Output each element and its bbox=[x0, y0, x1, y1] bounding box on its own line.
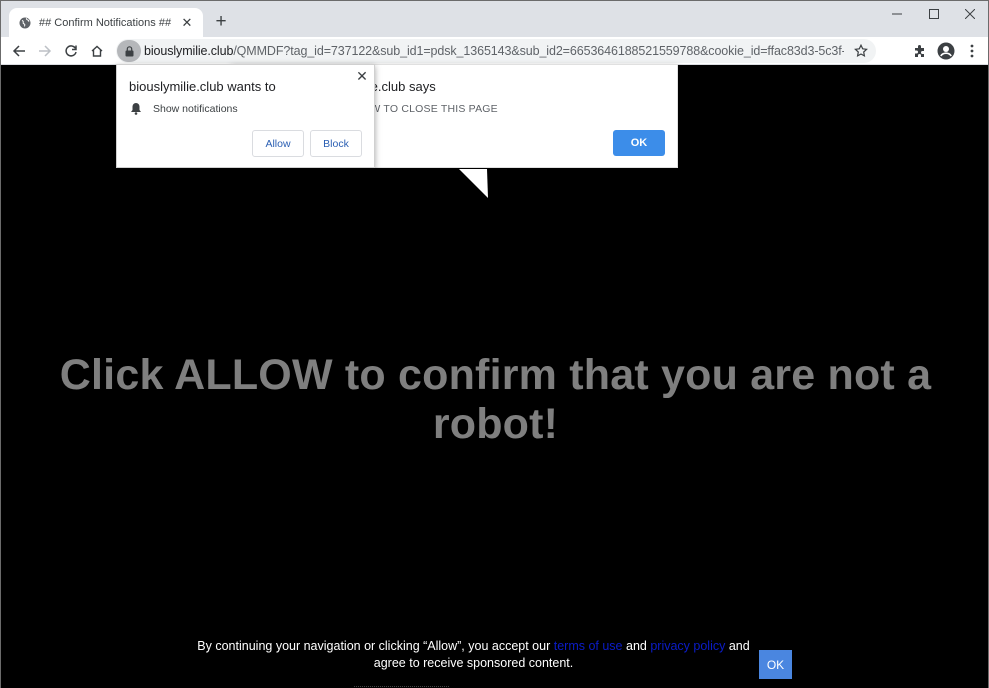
lock-icon[interactable] bbox=[117, 40, 141, 62]
url-text: biouslymilie.club/QMMDF?tag_id=737122&su… bbox=[144, 44, 844, 58]
account-circle-icon[interactable] bbox=[934, 39, 958, 63]
consent-ok-button[interactable]: OK bbox=[759, 650, 792, 679]
reload-icon[interactable] bbox=[59, 39, 83, 63]
browser-toolbar: biouslymilie.club/QMMDF?tag_id=737122&su… bbox=[1, 37, 988, 65]
notification-permission-prompt: biouslymilie.club wants to ✕ Show notifi… bbox=[116, 64, 375, 168]
plus-icon[interactable]: + bbox=[211, 11, 231, 32]
consent-text-before: By continuing your navigation or clickin… bbox=[197, 639, 554, 653]
speech-bubble-pointer bbox=[459, 169, 488, 198]
consent-text-and: and bbox=[622, 639, 651, 653]
puzzle-icon[interactable] bbox=[908, 39, 932, 63]
browser-window: ## Confirm Notifications ## ✕ + biouslym… bbox=[0, 0, 989, 688]
more-vert-icon[interactable] bbox=[960, 39, 984, 63]
block-button[interactable]: Block bbox=[310, 130, 362, 157]
window-close-icon[interactable] bbox=[952, 4, 988, 24]
permission-title: biouslymilie.club wants to bbox=[129, 79, 276, 94]
privacy-policy-link[interactable]: privacy policy bbox=[650, 639, 725, 653]
url-host: biouslymilie.club bbox=[144, 44, 234, 58]
minimize-icon[interactable] bbox=[879, 4, 915, 24]
tab-strip: ## Confirm Notifications ## ✕ + bbox=[1, 1, 988, 37]
star-icon[interactable] bbox=[852, 42, 870, 60]
address-bar[interactable]: biouslymilie.club/QMMDF?tag_id=737122&su… bbox=[116, 39, 876, 63]
page-headline: Click ALLOW to confirm that you are not … bbox=[59, 351, 932, 448]
permission-label: Show notifications bbox=[153, 102, 238, 115]
url-path: /QMMDF?tag_id=737122&sub_id1=pdsk_136514… bbox=[233, 44, 844, 58]
tab-confirm-notifications[interactable]: ## Confirm Notifications ## ✕ bbox=[9, 8, 203, 37]
close-icon[interactable]: ✕ bbox=[179, 15, 195, 31]
arrow-right-icon[interactable] bbox=[33, 39, 57, 63]
alert-ok-button[interactable]: OK bbox=[613, 130, 665, 156]
allow-button[interactable]: Allow bbox=[252, 130, 304, 157]
globe-icon bbox=[19, 17, 31, 29]
consent-notice: By continuing your navigation or clickin… bbox=[196, 638, 751, 672]
arrow-left-icon[interactable] bbox=[7, 39, 31, 63]
alert-message: OW TO CLOSE THIS PAGE bbox=[362, 103, 498, 115]
tab-title: ## Confirm Notifications ## bbox=[39, 16, 172, 29]
bell-icon bbox=[129, 102, 142, 115]
permission-row: Show notifications bbox=[129, 102, 238, 115]
home-icon[interactable] bbox=[85, 39, 109, 63]
close-icon[interactable]: ✕ bbox=[355, 68, 369, 84]
maximize-icon[interactable] bbox=[916, 4, 952, 24]
terms-of-use-link[interactable]: terms of use bbox=[554, 639, 623, 653]
